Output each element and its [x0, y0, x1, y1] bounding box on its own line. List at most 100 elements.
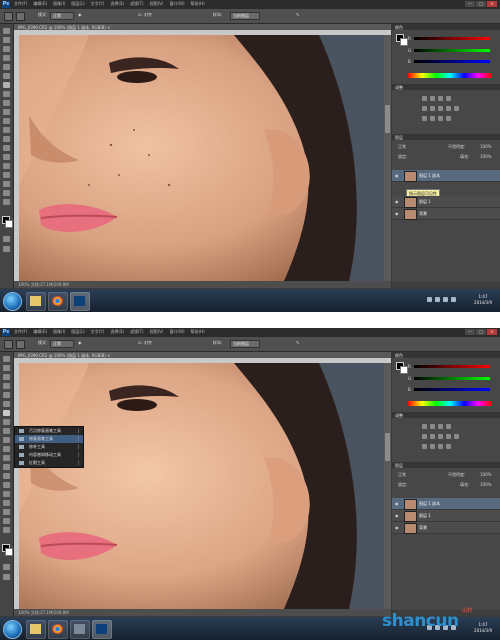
menu-file[interactable]: 文件(F) — [14, 1, 27, 7]
menu-layer[interactable]: 图层(L) — [71, 329, 84, 335]
menu-help[interactable]: 帮助(H) — [191, 329, 205, 335]
menu-select[interactable]: 选择(S) — [110, 329, 124, 335]
healing-brush-tool-icon[interactable] — [3, 410, 10, 416]
eyedropper-tool-icon[interactable] — [3, 401, 10, 407]
hue-icon[interactable] — [430, 106, 435, 111]
taskbar-photoshop[interactable] — [92, 620, 112, 639]
tab-layers[interactable]: 图层 — [395, 135, 403, 141]
vibrance-icon[interactable] — [422, 434, 427, 439]
close-button[interactable]: ✕ — [487, 329, 497, 335]
image-canvas[interactable] — [19, 363, 384, 609]
background-color-swatch[interactable] — [5, 548, 13, 556]
blur-tool-icon[interactable] — [3, 136, 10, 142]
menu-window[interactable]: 窗口(W) — [169, 329, 184, 335]
bw-icon[interactable] — [446, 434, 451, 439]
taskbar-media[interactable] — [70, 620, 90, 639]
move-tool-icon[interactable] — [3, 356, 10, 362]
shape-tool-icon[interactable] — [3, 181, 10, 187]
minimize-button[interactable]: — — [465, 329, 475, 335]
red-slider[interactable] — [414, 365, 490, 368]
gradient-tool-icon[interactable] — [3, 127, 10, 133]
menu-help[interactable]: 帮助(H) — [191, 1, 205, 7]
tray-icon[interactable] — [435, 297, 440, 302]
posterize-icon[interactable] — [430, 116, 435, 121]
marquee-tool-icon[interactable] — [3, 37, 10, 43]
eye-icon[interactable]: ◉ — [395, 173, 399, 178]
tab-color[interactable]: 颜色 — [395, 25, 403, 31]
menu-edit[interactable]: 编辑(E) — [33, 329, 47, 335]
taskbar-chrome[interactable] — [48, 292, 68, 311]
quick-mask-icon[interactable] — [3, 236, 10, 242]
bw-icon[interactable] — [446, 106, 451, 111]
scrollbar-thumb[interactable] — [385, 433, 390, 461]
curves-icon[interactable] — [438, 96, 443, 101]
image-canvas[interactable] — [19, 35, 384, 281]
eraser-tool-icon[interactable] — [3, 446, 10, 452]
align-checkbox[interactable]: ☑ — [138, 340, 142, 345]
dodge-tool-icon[interactable] — [3, 145, 10, 151]
screen-mode-icon[interactable] — [3, 574, 10, 580]
path-select-tool-icon[interactable] — [3, 500, 10, 506]
tray-icon[interactable] — [451, 297, 456, 302]
eye-icon[interactable]: ◉ — [395, 199, 399, 204]
tray-icon[interactable] — [427, 297, 432, 302]
history-brush-tool-icon[interactable] — [3, 109, 10, 115]
flyout-content-aware-move[interactable]: 内容感知移动工具 J — [15, 451, 83, 459]
vertical-scrollbar[interactable] — [384, 35, 391, 281]
blend-mode-select[interactable]: 正常 — [398, 144, 406, 150]
levels-icon[interactable] — [430, 96, 435, 101]
lasso-tool-icon[interactable] — [3, 374, 10, 380]
invert-icon[interactable] — [422, 444, 427, 449]
close-button[interactable]: ✕ — [487, 1, 497, 7]
lasso-tool-icon[interactable] — [3, 46, 10, 52]
hue-icon[interactable] — [430, 434, 435, 439]
layer-row-background[interactable]: ◉ 背景 — [392, 522, 500, 534]
flyout-patch[interactable]: 修补工具 J — [15, 443, 83, 451]
fill-value[interactable]: 100% — [480, 482, 491, 487]
blur-tool-icon[interactable] — [3, 464, 10, 470]
clone-stamp-tool-icon[interactable] — [3, 428, 10, 434]
dodge-tool-icon[interactable] — [3, 473, 10, 479]
brush-tool-icon[interactable] — [3, 419, 10, 425]
brightness-icon[interactable] — [422, 96, 427, 101]
sample-select[interactable]: 当前图层 — [230, 340, 260, 348]
fill-value[interactable]: 100% — [480, 154, 491, 159]
layer-row-1[interactable]: ◉ 图层 1 — [392, 196, 500, 208]
mode-select[interactable]: 正常 — [50, 12, 74, 20]
curves-icon[interactable] — [438, 424, 443, 429]
balance-icon[interactable] — [438, 106, 443, 111]
photo-filter-icon[interactable] — [454, 434, 459, 439]
source-icon[interactable]: ◉ — [78, 340, 82, 345]
blend-mode-select[interactable]: 正常 — [398, 472, 406, 478]
color-spectrum[interactable] — [408, 401, 492, 406]
crop-tool-icon[interactable] — [3, 392, 10, 398]
photo-filter-icon[interactable] — [454, 106, 459, 111]
type-tool-icon[interactable] — [3, 491, 10, 497]
blue-slider[interactable] — [414, 60, 490, 63]
shape-tool-icon[interactable] — [3, 509, 10, 515]
layer-row-background[interactable]: ◉ 背景 — [392, 208, 500, 220]
eye-icon[interactable]: ◉ — [395, 211, 399, 216]
mode-select[interactable]: 正常 — [50, 340, 74, 348]
history-brush-tool-icon[interactable] — [3, 437, 10, 443]
layer-row-copy[interactable]: ◉ 图层 1 副本 — [392, 170, 500, 182]
healing-brush-tool-icon[interactable] — [3, 82, 10, 88]
invert-icon[interactable] — [422, 116, 427, 121]
menu-filter[interactable]: 滤镜(T) — [130, 1, 144, 7]
marquee-tool-icon[interactable] — [3, 365, 10, 371]
minimize-button[interactable]: — — [465, 1, 475, 7]
layer-row-1[interactable]: ◉ 图层 1 — [392, 510, 500, 522]
maximize-button[interactable]: □ — [476, 329, 486, 335]
maximize-button[interactable]: □ — [476, 1, 486, 7]
balance-icon[interactable] — [438, 434, 443, 439]
menu-layer[interactable]: 图层(L) — [71, 1, 84, 7]
sample-select[interactable]: 当前图层 — [230, 12, 260, 20]
opacity-value[interactable]: 100% — [480, 144, 491, 149]
menu-type[interactable]: 文字(Y) — [91, 329, 105, 335]
menu-view[interactable]: 视图(V) — [150, 329, 164, 335]
menu-view[interactable]: 视图(V) — [150, 1, 164, 7]
levels-icon[interactable] — [430, 424, 435, 429]
threshold-icon[interactable] — [438, 444, 443, 449]
menu-file[interactable]: 文件(F) — [14, 329, 27, 335]
quick-select-tool-icon[interactable] — [3, 383, 10, 389]
